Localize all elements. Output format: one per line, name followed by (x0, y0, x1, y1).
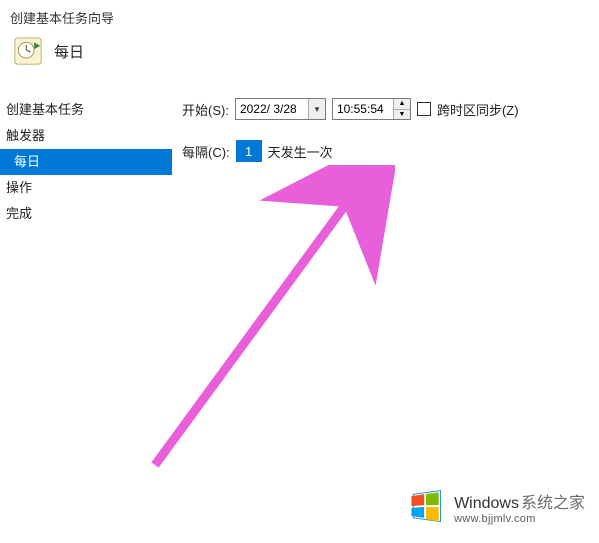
windows-logo-icon (406, 487, 446, 527)
time-spinner-buttons: ▲ ▼ (393, 99, 410, 119)
date-value: 2022/ 3/28 (236, 102, 308, 116)
interval-input[interactable]: 1 (236, 140, 262, 162)
sidebar-item-finish[interactable]: 完成 (0, 201, 172, 227)
watermark-brand-main: Windows (454, 495, 519, 513)
start-row: 开始(S): 2022/ 3/28 ▾ 10:55:54 ▲ ▼ 跨时区同步(Z… (182, 97, 519, 121)
watermark-text: Windows 系统之家 www.bjjmlv.com (454, 489, 585, 525)
time-picker[interactable]: 10:55:54 ▲ ▼ (332, 98, 411, 120)
form-panel: 开始(S): 2022/ 3/28 ▾ 10:55:54 ▲ ▼ 跨时区同步(Z… (172, 97, 519, 227)
date-picker[interactable]: 2022/ 3/28 ▾ (235, 98, 326, 120)
interval-row: 每隔(C): 1 天发生一次 (182, 139, 519, 163)
sidebar-item-daily[interactable]: 每日 (0, 149, 172, 175)
tz-sync-label: 跨时区同步(Z) (437, 100, 519, 119)
wizard-step-title: 每日 (54, 41, 84, 62)
sidebar-item-trigger[interactable]: 触发器 (0, 123, 172, 149)
content-area: 创建基本任务 触发器 每日 操作 完成 开始(S): 2022/ 3/28 ▾ … (0, 97, 599, 227)
watermark-brand-sub: 系统之家 (521, 489, 585, 513)
sidebar-item-action[interactable]: 操作 (0, 175, 172, 201)
start-label: 开始(S): (182, 100, 229, 119)
interval-suffix: 天发生一次 (268, 142, 333, 161)
spinner-down-button[interactable]: ▼ (394, 109, 410, 120)
watermark: Windows 系统之家 www.bjjmlv.com (406, 487, 585, 527)
date-dropdown-button[interactable]: ▾ (308, 99, 325, 119)
chevron-down-icon: ▾ (315, 104, 320, 115)
clock-icon (14, 37, 42, 65)
wizard-sidebar: 创建基本任务 触发器 每日 操作 完成 (0, 97, 172, 227)
window-title: 创建基本任务向导 (0, 0, 599, 31)
interval-label: 每隔(C): (182, 142, 230, 161)
spinner-up-button[interactable]: ▲ (394, 99, 410, 109)
tz-sync-checkbox[interactable] (417, 102, 431, 116)
watermark-title: Windows 系统之家 (454, 489, 585, 513)
sidebar-item-create-task[interactable]: 创建基本任务 (0, 97, 172, 123)
time-value: 10:55:54 (333, 99, 393, 119)
wizard-header: 每日 (0, 31, 599, 89)
watermark-url: www.bjjmlv.com (454, 513, 536, 525)
